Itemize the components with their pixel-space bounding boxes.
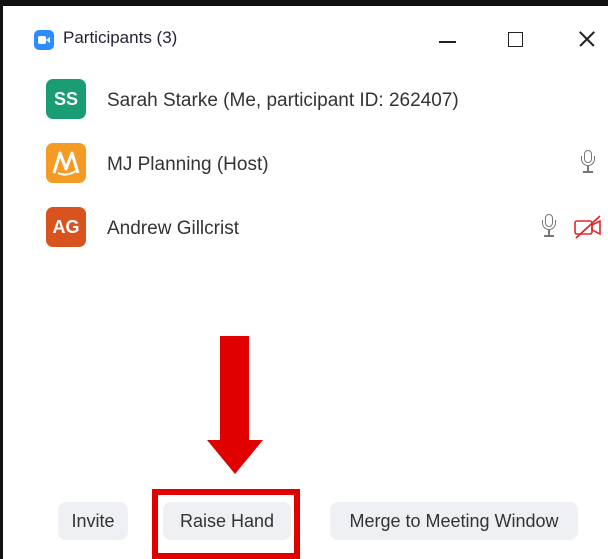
raise-hand-highlight-box (152, 489, 300, 559)
participant-name: Andrew Gillcrist (107, 218, 239, 239)
participant-row-mj-planning[interactable]: MJ Planning (Host) (3, 130, 608, 190)
maximize-icon[interactable] (503, 28, 527, 52)
participant-row-andrew-gillcrist[interactable]: AG Andrew Gillcrist (3, 194, 608, 254)
red-arrow-head (207, 440, 263, 474)
video-off-icon[interactable] (573, 214, 603, 240)
microphone-icon[interactable] (581, 150, 595, 178)
zoom-logo-icon (34, 30, 54, 50)
participant-row-sarah-starke[interactable]: SS Sarah Starke (Me, participant ID: 262… (3, 66, 608, 126)
microphone-icon[interactable] (542, 214, 556, 242)
window-title: Participants (3) (63, 28, 178, 47)
avatar: AG (46, 207, 86, 247)
participant-name: MJ Planning (Host) (107, 154, 269, 175)
close-icon[interactable] (575, 28, 599, 52)
minimize-icon[interactable] (435, 28, 459, 52)
merge-to-meeting-window-button[interactable]: Merge to Meeting Window (330, 502, 578, 540)
red-arrow-shaft (220, 336, 249, 442)
mj-logo-icon (52, 151, 80, 176)
avatar: SS (46, 79, 86, 119)
title-bar: Participants (3) (3, 6, 608, 60)
invite-button[interactable]: Invite (58, 502, 128, 540)
participant-name: Sarah Starke (Me, participant ID: 262407… (107, 90, 459, 111)
avatar (46, 143, 86, 183)
participants-window: Participants (3) SS Sarah Starke (Me, pa… (0, 0, 608, 559)
